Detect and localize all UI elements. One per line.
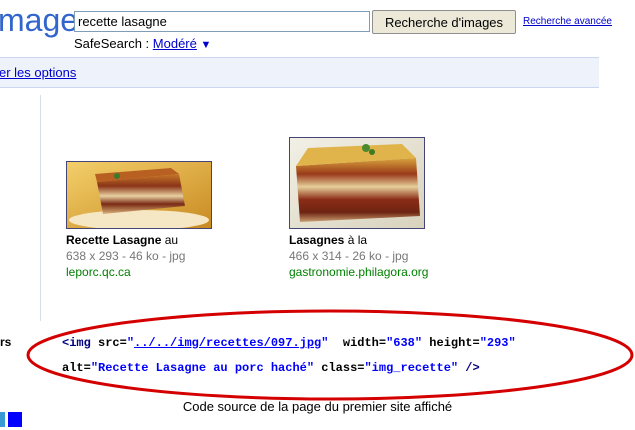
- result-title-2[interactable]: Lasagnes à la: [289, 233, 367, 247]
- result-thumbnail-2[interactable]: [289, 137, 425, 229]
- color-square-blue: [8, 412, 22, 427]
- code-height-val: "293": [479, 336, 516, 350]
- code-width-attr: width=: [328, 336, 387, 350]
- code-close: />: [458, 361, 480, 375]
- cropped-left-text: rs: [0, 335, 12, 349]
- code-alt-attr: alt=: [62, 361, 91, 375]
- code-src-quote-open: ": [126, 336, 135, 350]
- safesearch-value[interactable]: Modéré: [153, 36, 197, 51]
- safesearch-label: SafeSearch :: [74, 36, 150, 51]
- search-images-button[interactable]: Recherche d'images: [372, 10, 516, 34]
- caption-text: Code source de la page du premier site a…: [182, 399, 453, 414]
- search-input[interactable]: [74, 11, 370, 32]
- code-line-1: <img src="../../img/recettes/097.jpg" wi…: [62, 336, 516, 350]
- code-src-link[interactable]: ../../img/recettes/097.jpg: [134, 336, 321, 350]
- divider-line: [40, 95, 41, 321]
- code-line-2: alt="Recette Lasagne au porc haché" clas…: [62, 361, 480, 375]
- color-square-light: [0, 412, 5, 427]
- result-meta-2: 466 x 314 - 26 ko - jpg: [289, 249, 409, 263]
- result-title-rest: au: [161, 233, 179, 247]
- safesearch-control: SafeSearch : Modéré ▼: [74, 36, 211, 51]
- lasagna-image-2: [290, 138, 424, 228]
- code-height-attr: height=: [422, 336, 480, 350]
- result-url-1: leporc.qc.ca: [66, 265, 131, 279]
- result-meta-1: 638 x 293 - 46 ko - jpg: [66, 249, 186, 263]
- code-width-val: "638": [386, 336, 423, 350]
- result-title-1[interactable]: Recette Lasagne au: [66, 233, 178, 247]
- code-alt-val: "Recette Lasagne au porc haché": [90, 361, 315, 375]
- code-class-attr: class=: [314, 361, 365, 375]
- lasagna-image-1: [67, 162, 211, 228]
- advanced-search-link[interactable]: Recherche avancée: [523, 16, 612, 27]
- result-title-bold: Lasagnes: [289, 233, 345, 247]
- code-src-attr: src=: [90, 336, 127, 350]
- result-title-bold: Recette Lasagne: [66, 233, 162, 247]
- show-options-link[interactable]: er les options: [0, 65, 76, 80]
- options-bar: [0, 57, 599, 88]
- result-url-2: gastronomie.philagora.org: [289, 265, 429, 279]
- result-title-rest: à la: [344, 233, 368, 247]
- red-ellipse-annotation: [26, 309, 634, 401]
- result-thumbnail-1[interactable]: [66, 161, 212, 229]
- code-tag: img: [69, 336, 91, 350]
- dropdown-arrow-icon[interactable]: ▼: [200, 39, 211, 51]
- code-class-val: "img_recette": [364, 361, 459, 375]
